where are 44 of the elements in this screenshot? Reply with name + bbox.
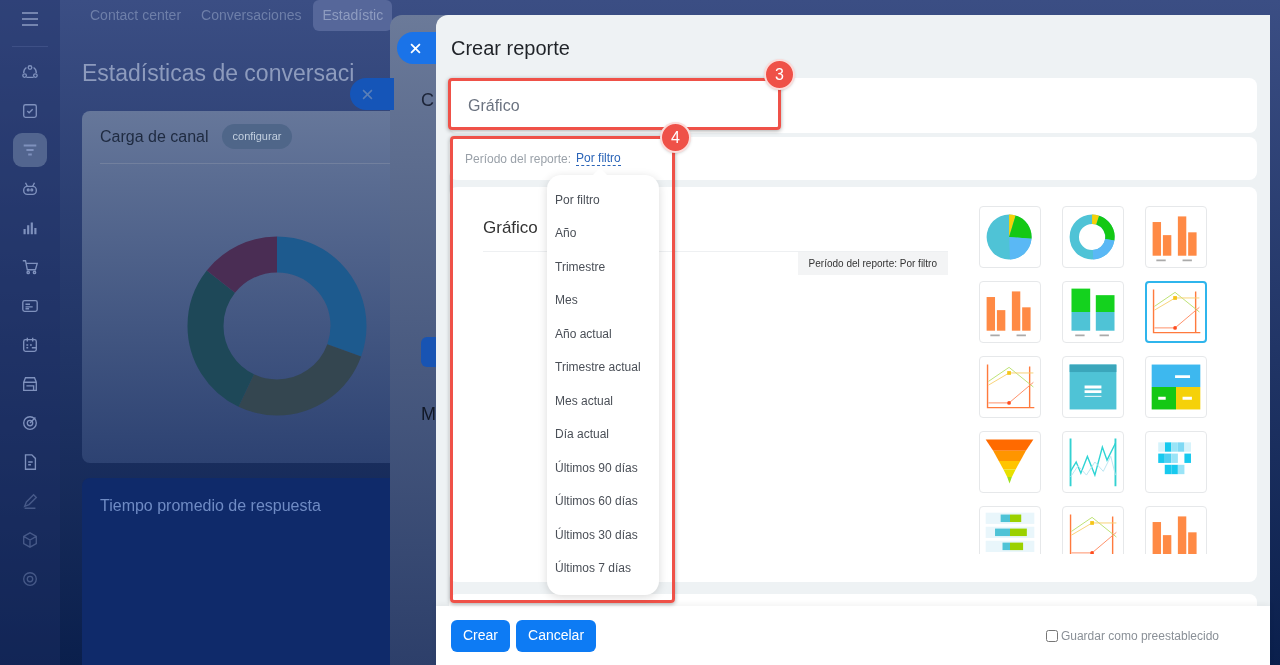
page-title: Estadísticas de conversaci [82,59,355,88]
create-button[interactable]: Crear [451,619,510,652]
sidebar-icon [21,258,39,276]
period-label: Período del reporte: [465,150,572,168]
period-option[interactable]: Últimos 90 días [555,451,659,485]
period-option[interactable]: Trimestre actual [555,350,659,384]
period-option[interactable]: Últimos 30 días [555,518,659,552]
period-option[interactable]: Día actual [555,417,659,451]
preset-checkbox[interactable] [1045,629,1058,642]
checkbox-label: Guardar como preestablecido [1060,627,1219,645]
menu-icon[interactable] [21,12,39,26]
cancel-button[interactable]: Cancelar [516,619,597,652]
period-option[interactable]: Año [555,216,659,250]
card-title: Carga de canal [100,126,209,147]
period-option[interactable]: Trimestre [555,250,659,284]
configure-button[interactable]: configurar [221,124,293,149]
period-option[interactable]: Últimos 60 días [555,484,659,518]
panel-text: C [421,89,434,112]
name-field[interactable]: Gráfico [463,90,763,121]
card-title: Tiempo promedio de respuesta [100,495,321,516]
close-icon [410,42,421,54]
sidebar-icon [21,570,39,588]
chart-type-option[interactable] [1145,281,1207,343]
close-icon [362,88,373,100]
period-option[interactable]: Mes actual [555,384,659,418]
sidebar-icon [21,180,39,198]
panel-text: M [421,403,436,426]
sidebar-icon [21,531,39,549]
period-link[interactable]: Por filtro [576,151,621,166]
sidebar-item[interactable] [13,133,47,167]
period-option[interactable]: Mes [555,283,659,317]
dialog-title: Crear reporte [451,36,570,61]
sidebar-icon [21,102,39,120]
sidebar-icon [21,297,39,315]
sidebar-icon [21,336,39,354]
period-option[interactable]: Año actual [555,317,659,351]
sidebar-icon [21,141,39,159]
period-option[interactable]: Últimos 7 días [555,551,659,585]
period-tag: Período del reporte: Por filtro [797,251,948,275]
sidebar-icon [21,492,39,510]
sidebar-icon [21,63,39,81]
sidebar-icon [21,375,39,393]
sidebar-icon [21,414,39,432]
period-option[interactable]: Por filtro [555,183,659,217]
